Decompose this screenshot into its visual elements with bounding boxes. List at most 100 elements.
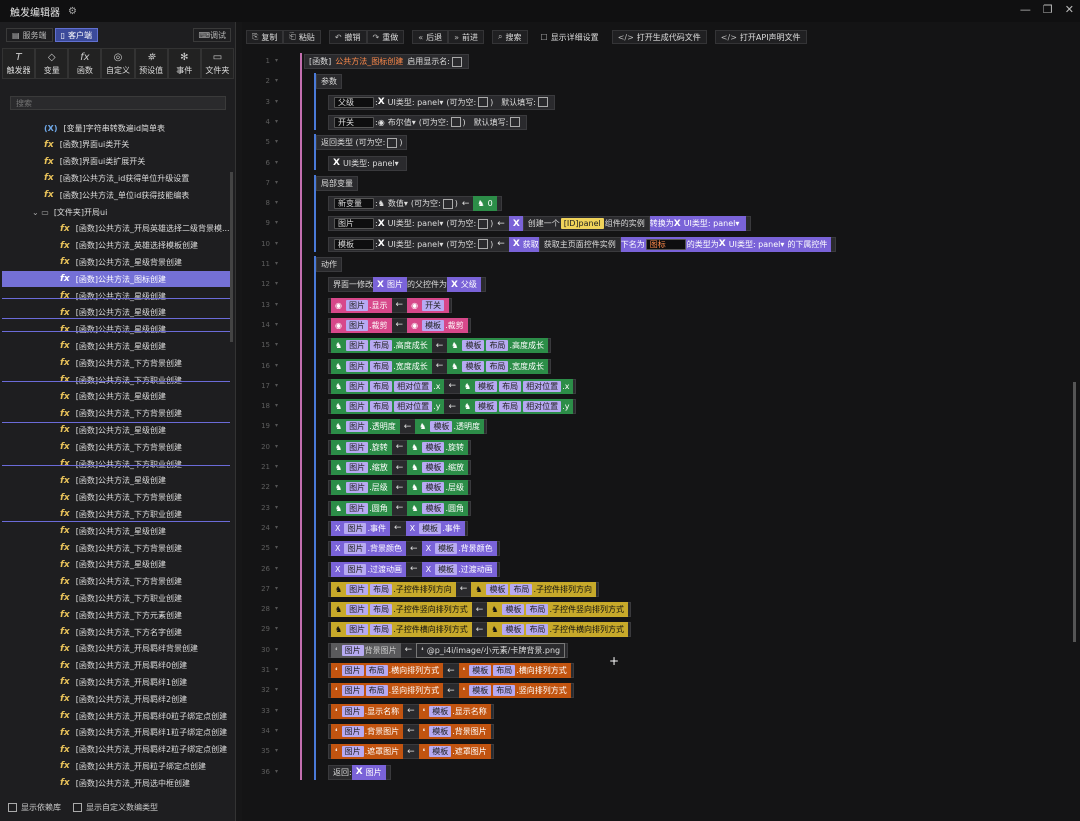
tree-item[interactable]: fx [函数]公共方法_下方背景创建	[0, 439, 182, 455]
property-target[interactable]: ❛ 图片 布局 .竖向排列方式	[331, 683, 444, 699]
assign-block[interactable]: ❛ 图片 背景图片 ← ❛ @p_i4i/image/小元素/卡牌背景.png	[328, 642, 569, 658]
gear-icon[interactable]: ⚙	[68, 6, 77, 17]
assign-block[interactable]: X 图片 .背景颜色 ← X 模板 .背景颜色	[328, 541, 500, 557]
fold-arrow-icon[interactable]: ▾	[275, 585, 278, 592]
property-source[interactable]: ♞ 模板 布局 .宽度成长	[447, 358, 548, 374]
tree-item[interactable]: fx [函数]公共方法_单位id获得技能编表	[0, 187, 189, 203]
tree-item[interactable]: fx [函数]公共方法_星级创建	[0, 389, 166, 405]
tool-custom[interactable]: ◎ 自定义	[101, 48, 135, 79]
property-target[interactable]: ♞ 图片 布局 .子控件竖向排列方式	[331, 602, 472, 618]
add-block-icon[interactable]: +	[609, 654, 619, 668]
property-target[interactable]: ◉ 图片 .裁剪	[331, 317, 392, 333]
param-name-field[interactable]: 开关	[334, 116, 374, 128]
property-source[interactable]: ♞ 模板 布局 .高度成长	[447, 338, 548, 354]
var-chip[interactable]: 图片	[346, 421, 369, 433]
tree-item[interactable]: fx [函数]公共方法_下方职业创建	[0, 456, 182, 472]
return-block[interactable]: 返回: X 图片	[328, 764, 391, 780]
tree-item[interactable]: fx [函数]界面ui类开关	[0, 137, 129, 153]
var-chip[interactable]: 图片	[344, 522, 367, 534]
assign-block[interactable]: X 图片 .事件 ← X 模板 .事件	[328, 520, 468, 536]
undo-button[interactable]: ↶ 撤销	[328, 30, 367, 44]
tool-event[interactable]: ✻ 事件	[167, 48, 201, 79]
assign-block[interactable]: ♞ 图片 布局 .子控件竖向排列方式 ← ♞ 模板 布局 .子控件竖向排列方式	[328, 602, 631, 618]
tree-item[interactable]: fx [函数]公共方法_星级创建	[0, 422, 166, 438]
tree-item[interactable]: fx [函数]公共方法_id获得单位升级设置	[0, 170, 189, 186]
fold-arrow-icon[interactable]: ▾	[275, 321, 278, 328]
tree-item[interactable]: fx [函数]公共方法_下方名字创建	[0, 624, 182, 640]
param-name-field[interactable]: 父级	[334, 96, 374, 108]
assign-block[interactable]: ◉ 图片 .裁剪 ← ◉ 模板 .裁剪	[328, 317, 471, 333]
name-field[interactable]: 图标	[645, 238, 686, 250]
var-chip[interactable]: 布局	[526, 624, 549, 636]
tree-item[interactable]: fx [函数]公共方法_开局选中框创建	[0, 775, 190, 791]
fold-arrow-icon[interactable]: ▾	[275, 301, 278, 308]
copy-button[interactable]: ⎘ 复制	[246, 30, 284, 44]
return-type-header[interactable]: 返回类型 (可为空:)	[316, 135, 408, 151]
var-chip[interactable]: 布局	[370, 380, 393, 392]
var-chip[interactable]: 图片	[346, 360, 369, 372]
fold-arrow-icon[interactable]: ▾	[275, 98, 278, 105]
var-chip[interactable]: 模板	[502, 604, 525, 616]
fold-arrow-icon[interactable]: ▾	[275, 463, 278, 470]
var-ref[interactable]: X 图片	[351, 764, 386, 780]
var-chip[interactable]: 相对位置	[523, 380, 562, 392]
var-ref[interactable]: X 父级	[446, 277, 481, 293]
assign-block[interactable]: ♞ 图片 .旋转 ← ♞ 模板 .旋转	[328, 439, 471, 455]
tree-item[interactable]: fx [函数]界面ui类扩展开关	[0, 154, 145, 170]
assign-block[interactable]: ♞ 图片 .层级 ← ♞ 模板 .层级	[328, 480, 471, 496]
var-chip[interactable]: 布局	[370, 583, 393, 595]
var-chip[interactable]: 布局	[526, 604, 549, 616]
var-chip[interactable]: 布局	[370, 401, 393, 413]
tree-item[interactable]: fx [函数]公共方法_下方元素创建	[0, 607, 182, 623]
var-chip[interactable]: 图片	[346, 462, 369, 473]
checkbox[interactable]	[537, 97, 548, 108]
fold-arrow-icon[interactable]: ▾	[275, 179, 278, 186]
fold-arrow-icon[interactable]: ▾	[275, 280, 278, 287]
fold-arrow-icon[interactable]: ▾	[275, 747, 278, 754]
assign-block[interactable]: ♞ 图片 布局 相对位置 .y ← ♞ 模板 布局 相对位置 .y	[328, 399, 577, 415]
var-ref[interactable]: X 图片	[373, 277, 407, 293]
property-source[interactable]: X 模板 .事件	[405, 520, 465, 536]
var-chip[interactable]: 图片	[346, 401, 369, 413]
open-api-decl-button[interactable]: </> 打开API声明文件	[714, 30, 807, 44]
assign-block[interactable]: ♞ 图片 .透明度 ← ♞ 模板 .透明度	[328, 419, 487, 435]
property-target[interactable]: ♞ 图片 .透明度	[331, 419, 400, 435]
fold-arrow-icon[interactable]: ▾	[275, 625, 278, 632]
var-chip[interactable]: 模板	[422, 441, 445, 453]
tree-item[interactable]: fx [函数]公共方法_开局羁绊2粒子绑定点创建	[0, 742, 227, 758]
tool-folder[interactable]: ▭ 文件夹	[200, 48, 234, 79]
checkbox[interactable]	[510, 117, 521, 128]
tree-item[interactable]: fx [函数]公共方法_星级创建	[0, 338, 166, 354]
fold-arrow-icon[interactable]: ▾	[275, 118, 278, 125]
fold-arrow-icon[interactable]: ▾	[275, 77, 278, 84]
assign-block[interactable]: ♞ 图片 布局 .宽度成长 ← ♞ 模板 布局 .宽度成长	[328, 358, 551, 374]
function-header-block[interactable]: [函数] 公共方法_图标创建 启用显示名:	[304, 54, 469, 69]
property-target[interactable]: ❛ 图片 布局 .横向排列方式	[331, 663, 444, 678]
property-source[interactable]: ◉ 模板 .裁剪	[407, 317, 468, 333]
var-chip[interactable]: 图片	[346, 380, 369, 392]
property-source[interactable]: ❛ 模板 .遮罩图片	[418, 744, 491, 760]
tree-item[interactable]: fx [函数]公共方法_下方职业创建	[0, 590, 182, 606]
get-child-block[interactable]: X 获取 获取主页面控件实例 下名为 图标 的类型为 X UI类型: panel ▾ 的下属控件	[508, 236, 832, 252]
checkbox[interactable]	[387, 137, 398, 148]
var-chip[interactable]: 布局	[370, 604, 393, 616]
show-custom-types-checkbox[interactable]: 显示自定义数编类型	[73, 802, 158, 813]
property-target[interactable]: ◉ 图片 .显示	[331, 297, 392, 313]
property-target[interactable]: ❛ 图片 .显示名称	[331, 703, 404, 719]
var-chip[interactable]: 模板	[486, 583, 509, 595]
var-chip[interactable]: 布局	[365, 685, 388, 697]
checkbox[interactable]	[478, 218, 489, 229]
tool-function[interactable]: fx 函数	[68, 48, 102, 79]
fold-arrow-icon[interactable]: ▾	[275, 707, 278, 714]
property-source[interactable]: ♞ 模板 布局 .子控件横向排列方式	[487, 622, 628, 638]
tree-item[interactable]: fx [函数]公共方法_开局英雄选择二级背景模...	[0, 221, 230, 237]
tree-item[interactable]: fx [函数]公共方法_星级创建	[0, 473, 166, 489]
property-source[interactable]: ❛ 模板 布局 .横向排列方式	[458, 663, 571, 678]
assign-block[interactable]: ♞ 图片 .缩放 ← ♞ 模板 .缩放	[328, 460, 471, 475]
set-parent-block[interactable]: 界面一修改 X 图片 的父控件为 X 父级	[328, 277, 486, 293]
property-target[interactable]: ♞ 图片 .缩放	[331, 460, 392, 475]
params-header[interactable]: 参数	[316, 74, 342, 90]
tree-item[interactable]: fx [函数]公共方法_开局羁绊0创建	[0, 658, 187, 674]
show-dependencies-checkbox[interactable]: 显示依赖库	[8, 802, 61, 813]
var-chip[interactable]: 图片	[346, 624, 369, 636]
